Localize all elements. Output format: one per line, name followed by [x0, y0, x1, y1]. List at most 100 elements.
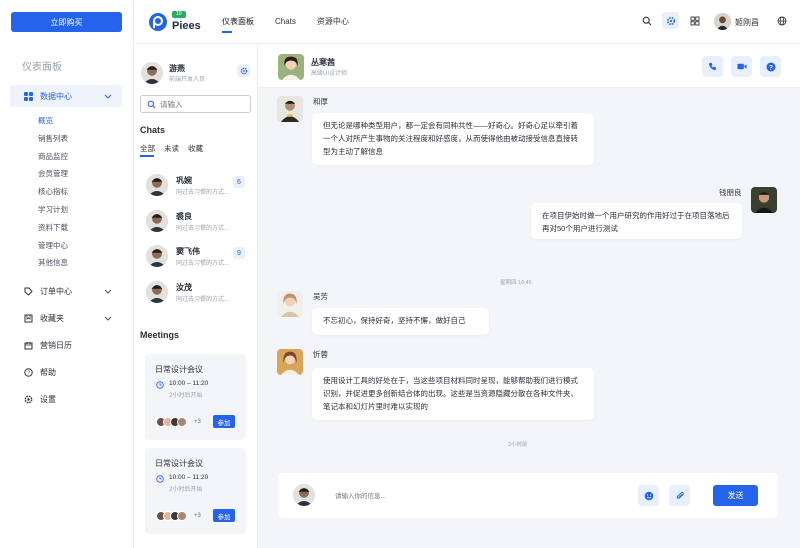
bookmark-icon	[23, 313, 33, 323]
clock-icon	[156, 381, 164, 389]
contact-role: 高级UI设计师	[311, 71, 348, 77]
sidebar-item-label: 数据中心	[40, 91, 72, 101]
contact-avatar	[278, 54, 304, 80]
unread-badge: 9	[233, 247, 245, 259]
grid-icon	[23, 91, 33, 101]
sidebar-item-label: 营销日历	[40, 340, 72, 350]
meeting-card: 日常设计会议 10:00 – 11:20 2小时后开始 +3 参加	[145, 448, 246, 534]
logo-text: Piees	[172, 20, 201, 32]
nav-chats[interactable]: Chats	[275, 0, 296, 44]
sidebar-item-calendar[interactable]: 营销日历	[10, 334, 122, 356]
tab-unread[interactable]: 未读	[164, 143, 179, 154]
sidebar-item-favorites[interactable]: 收藏夹	[10, 307, 122, 329]
emoji-button[interactable]	[638, 485, 659, 506]
svg-text:?: ?	[769, 64, 773, 71]
avatar	[277, 96, 303, 122]
search-input[interactable]	[160, 99, 246, 110]
search-icon[interactable]	[640, 14, 654, 28]
settings-icon[interactable]	[662, 12, 679, 29]
submenu-item-other[interactable]: 其他信息	[38, 254, 122, 272]
meeting-time: 10:00 – 11:20	[169, 380, 209, 387]
participant-count: +3	[194, 513, 201, 519]
my-avatar	[141, 62, 163, 84]
message-sender: 钱朋良	[719, 188, 742, 197]
top-nav: 仪表面板 Chats 资源中心	[222, 0, 370, 44]
submenu-item-sales[interactable]: 销售列表	[38, 130, 122, 148]
attachment-button[interactable]	[669, 485, 690, 506]
user-name[interactable]: 姬刚昌	[735, 17, 759, 28]
participant-avatars	[156, 417, 187, 427]
meeting-card: 日常设计会议 10:00 – 11:20 2小时后开始 +3 参加	[145, 354, 246, 440]
submenu-item-admin[interactable]: 管理中心	[38, 237, 122, 255]
submenu-item-overview[interactable]: 概览	[38, 112, 122, 130]
message-bubble: 不忘初心，保持好奇，坚持不懈，做好自己	[312, 308, 489, 335]
join-meeting-button[interactable]: 参加	[213, 415, 235, 428]
participant-count: +3	[194, 419, 201, 425]
message-sender: 吴芳	[313, 292, 328, 301]
message-bubble: 但无论是哪种类型用户，都一定会有同种共性——好奇心。好奇心足以牵引着一个人对所产…	[312, 113, 594, 165]
search-icon	[147, 100, 156, 109]
nav-resources[interactable]: 资源中心	[317, 0, 349, 44]
avatar	[146, 245, 168, 267]
meeting-status: 2小时后开始	[169, 393, 203, 399]
sidebar-item-orders[interactable]: 订单中心	[10, 280, 122, 302]
chat-search	[140, 95, 251, 113]
conversation-item[interactable]: 窦飞伟 同过去习惯的方式... 9	[146, 243, 250, 269]
chat-filter-tabs: 全部 未读 收藏	[140, 143, 212, 157]
top-bar: 10 Piees 仪表面板 Chats 资源中心 姬刚昌	[134, 0, 800, 44]
meeting-status: 2小时后开始	[169, 487, 203, 493]
avatar	[146, 210, 168, 232]
chevron-down-icon	[104, 314, 112, 322]
message-bubble: 在项目伊始时做一个用户研究的作用好过于在项目落地后再对50个用户进行测试	[531, 203, 742, 239]
conversation-preview: 同过去习惯的方式...	[176, 226, 230, 232]
help-icon: ?	[23, 367, 33, 377]
send-button[interactable]: 发送	[713, 485, 758, 506]
message-sender: 和厚	[313, 97, 328, 106]
data-center-submenu: 概览 销售列表 商品监控 会员管理 核心指标 学习计划 资料下载 管理中心 其他…	[10, 112, 122, 272]
avatar	[751, 187, 777, 213]
sidebar-title: 仪表面板	[22, 62, 62, 73]
my-avatar	[293, 484, 315, 506]
tab-all[interactable]: 全部	[140, 143, 155, 157]
sidebar-item-help[interactable]: ? 帮助	[10, 361, 122, 383]
phone-call-button[interactable]	[702, 56, 723, 77]
video-call-button[interactable]	[731, 56, 752, 77]
submenu-item-study[interactable]: 学习计划	[38, 201, 122, 219]
apps-grid-icon[interactable]	[688, 14, 702, 28]
info-button[interactable]: ?	[760, 56, 781, 77]
sidebar-item-data-center[interactable]: 数据中心	[10, 85, 122, 107]
meeting-title: 日常设计会议	[155, 459, 203, 468]
timestamp: 星期四 16:45	[500, 280, 532, 286]
join-meeting-button[interactable]: 参加	[213, 509, 235, 522]
submenu-item-members[interactable]: 会员管理	[38, 165, 122, 183]
meeting-time: 10:00 – 11:20	[169, 474, 209, 481]
buy-now-button[interactable]: 立即购买	[11, 12, 122, 32]
nav-dashboard[interactable]: 仪表面板	[222, 0, 254, 44]
conversation-item[interactable]: 裘良 同过去习惯的方式...	[146, 208, 250, 234]
tab-favorites[interactable]: 收藏	[188, 143, 203, 154]
submenu-item-download[interactable]: 资料下载	[38, 219, 122, 237]
user-avatar[interactable]	[714, 13, 731, 30]
submenu-item-metrics[interactable]: 核心指标	[38, 183, 122, 201]
conversation-name: 裘良	[176, 212, 192, 221]
contact-name: 丛寒茜	[311, 58, 335, 67]
avatar	[177, 417, 187, 427]
message-input[interactable]	[335, 490, 625, 502]
my-name: 游燕	[169, 64, 185, 73]
calendar-icon	[23, 340, 33, 350]
conversation-preview: 同过去习惯的方式...	[176, 261, 230, 267]
sidebar: 立即购买 仪表面板 数据中心 概览 销售列表 商品监控 会员管理 核心指标 学习…	[0, 0, 134, 548]
participant-avatars	[156, 511, 187, 521]
globe-icon[interactable]	[775, 14, 789, 28]
submenu-item-goods[interactable]: 商品监控	[38, 148, 122, 166]
sidebar-item-settings[interactable]: 设置	[10, 388, 122, 410]
sidebar-item-label: 帮助	[40, 367, 56, 377]
profile-settings-button[interactable]	[237, 64, 250, 77]
conversation-preview: 同过去习惯的方式...	[176, 190, 230, 196]
svg-text:?: ?	[27, 370, 30, 376]
conversation-item[interactable]: 汝茂 同过去习惯的方式...	[146, 279, 250, 305]
my-role: 前端开发人员	[169, 77, 206, 83]
chevron-down-icon	[104, 92, 112, 100]
message-bubble: 使用设计工具的好处在于，当这些项目材料同时呈现，能够帮助我们进行模式识别，并促进…	[312, 368, 594, 420]
conversation-item[interactable]: 巩婉 同过去习惯的方式... 6	[146, 172, 250, 198]
